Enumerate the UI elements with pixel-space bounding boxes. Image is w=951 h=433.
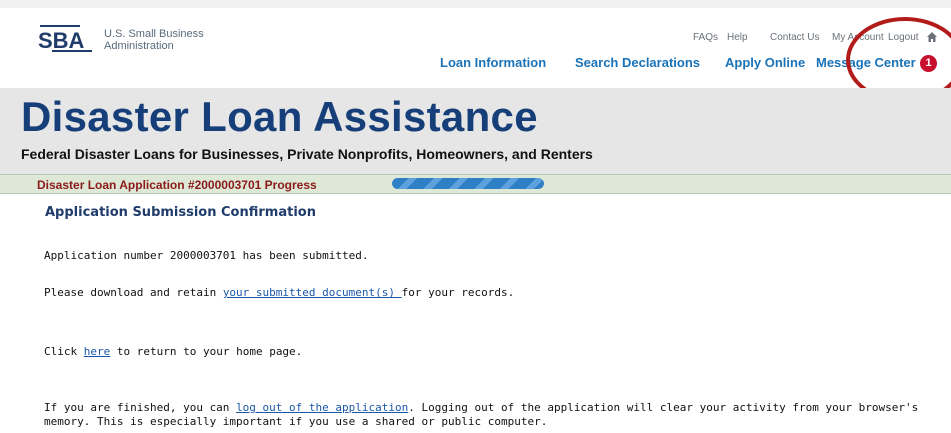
nav-search-declarations[interactable]: Search Declarations xyxy=(575,55,700,70)
sba-logo-text[interactable]: U.S. Small Business Administration xyxy=(104,28,214,52)
submitted-documents-link[interactable]: your submitted document(s) xyxy=(223,286,402,299)
section-title: Application Submission Confirmation xyxy=(45,205,316,220)
contact-us-link[interactable]: Contact Us xyxy=(770,32,819,43)
nav-apply-online[interactable]: Apply Online xyxy=(725,55,805,70)
logout-text-pre: If you are finished, you can xyxy=(44,401,237,414)
home-page-link[interactable]: here xyxy=(84,345,111,358)
logout-application-link[interactable]: log out of the application xyxy=(236,401,408,414)
page-subtitle: Federal Disaster Loans for Businesses, P… xyxy=(21,146,593,162)
home-message: Click here to return to your home page. xyxy=(44,345,302,358)
home-text-post: to return to your home page. xyxy=(110,345,303,358)
logout-message: If you are finished, you can log out of … xyxy=(44,401,918,414)
logout-message-line2: memory. This is especially important if … xyxy=(44,415,548,428)
page-title: Disaster Loan Assistance xyxy=(21,93,538,140)
sba-logo-letters: SBA xyxy=(38,28,85,53)
download-message: Please download and retain your submitte… xyxy=(44,286,514,299)
sba-logo-icon[interactable]: SBA xyxy=(36,19,96,53)
logout-text-post: . Logging out of the application will cl… xyxy=(408,401,919,414)
top-strip xyxy=(0,0,951,8)
download-text-post: for your records. xyxy=(401,286,515,299)
help-link[interactable]: Help xyxy=(727,32,748,43)
faqs-link[interactable]: FAQs xyxy=(693,32,718,43)
home-text-pre: Click xyxy=(44,345,84,358)
nav-loan-information[interactable]: Loan Information xyxy=(440,55,546,70)
progress-bar-fill xyxy=(392,178,544,189)
progress-label: Disaster Loan Application #2000003701 Pr… xyxy=(37,178,317,192)
submitted-message: Application number 2000003701 has been s… xyxy=(44,249,369,262)
download-text-pre: Please download and retain xyxy=(44,286,223,299)
progress-bar xyxy=(392,178,544,189)
